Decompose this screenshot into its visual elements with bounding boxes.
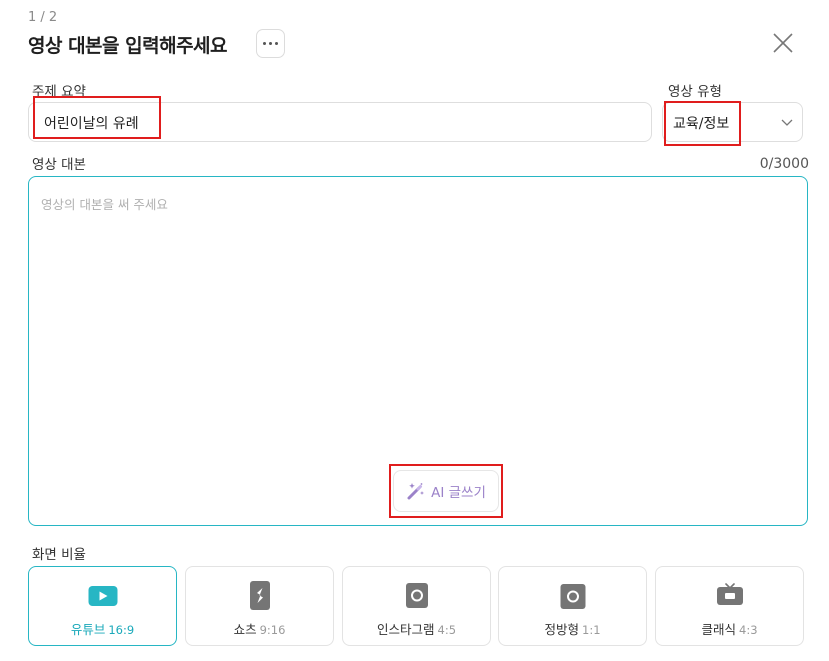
close-button[interactable] — [768, 28, 798, 58]
ratio-option-youtube[interactable]: 유튜브 16:9 — [28, 566, 177, 646]
ratio-option-ratio: 9:16 — [259, 623, 286, 637]
more-options-button[interactable] — [256, 29, 285, 58]
shorts-icon — [249, 581, 270, 610]
ratio-option-ratio: 16:9 — [108, 623, 135, 637]
ai-button-highlight-box — [389, 464, 503, 518]
more-icon — [263, 42, 266, 45]
ratio-option-ratio: 4:5 — [437, 623, 457, 637]
ratio-option-ratio: 4:3 — [739, 623, 758, 637]
ratio-option-name: 클래식 — [701, 622, 736, 637]
script-placeholder: 영상의 대본을 써 주세요 — [41, 197, 168, 212]
step-indicator: 1 / 2 — [28, 10, 58, 25]
square-icon — [560, 584, 585, 609]
video-type-highlight-box — [664, 101, 741, 146]
chevron-down-icon — [781, 119, 793, 126]
ratio-option-name: 쇼츠 — [233, 622, 257, 637]
tv-icon — [716, 583, 743, 605]
ratio-option-instagram[interactable]: 인스타그램 4:5 — [342, 566, 491, 646]
page-title: 영상 대본을 입력해주세요 — [28, 35, 228, 57]
ratio-option-classic[interactable]: 클래식 4:3 — [655, 566, 804, 646]
close-icon — [773, 33, 793, 53]
ratio-option-name: 유튜브 — [70, 622, 106, 637]
youtube-icon — [88, 586, 117, 606]
ratio-option-shorts[interactable]: 쇼츠 9:16 — [185, 566, 334, 646]
script-label: 영상 대본 — [32, 157, 86, 173]
ratio-option-name: 인스타그램 — [376, 622, 435, 637]
ratio-label: 화면 비율 — [32, 547, 86, 563]
instagram-icon — [405, 583, 428, 608]
ratio-option-name: 정방형 — [544, 622, 579, 637]
topic-highlight-box — [33, 96, 161, 139]
ratio-option-ratio: 1:1 — [582, 623, 601, 637]
video-type-label: 영상 유형 — [668, 84, 722, 100]
ratio-option-square[interactable]: 정방형 1:1 — [498, 566, 647, 646]
char-counter: 0/3000 — [759, 156, 809, 172]
